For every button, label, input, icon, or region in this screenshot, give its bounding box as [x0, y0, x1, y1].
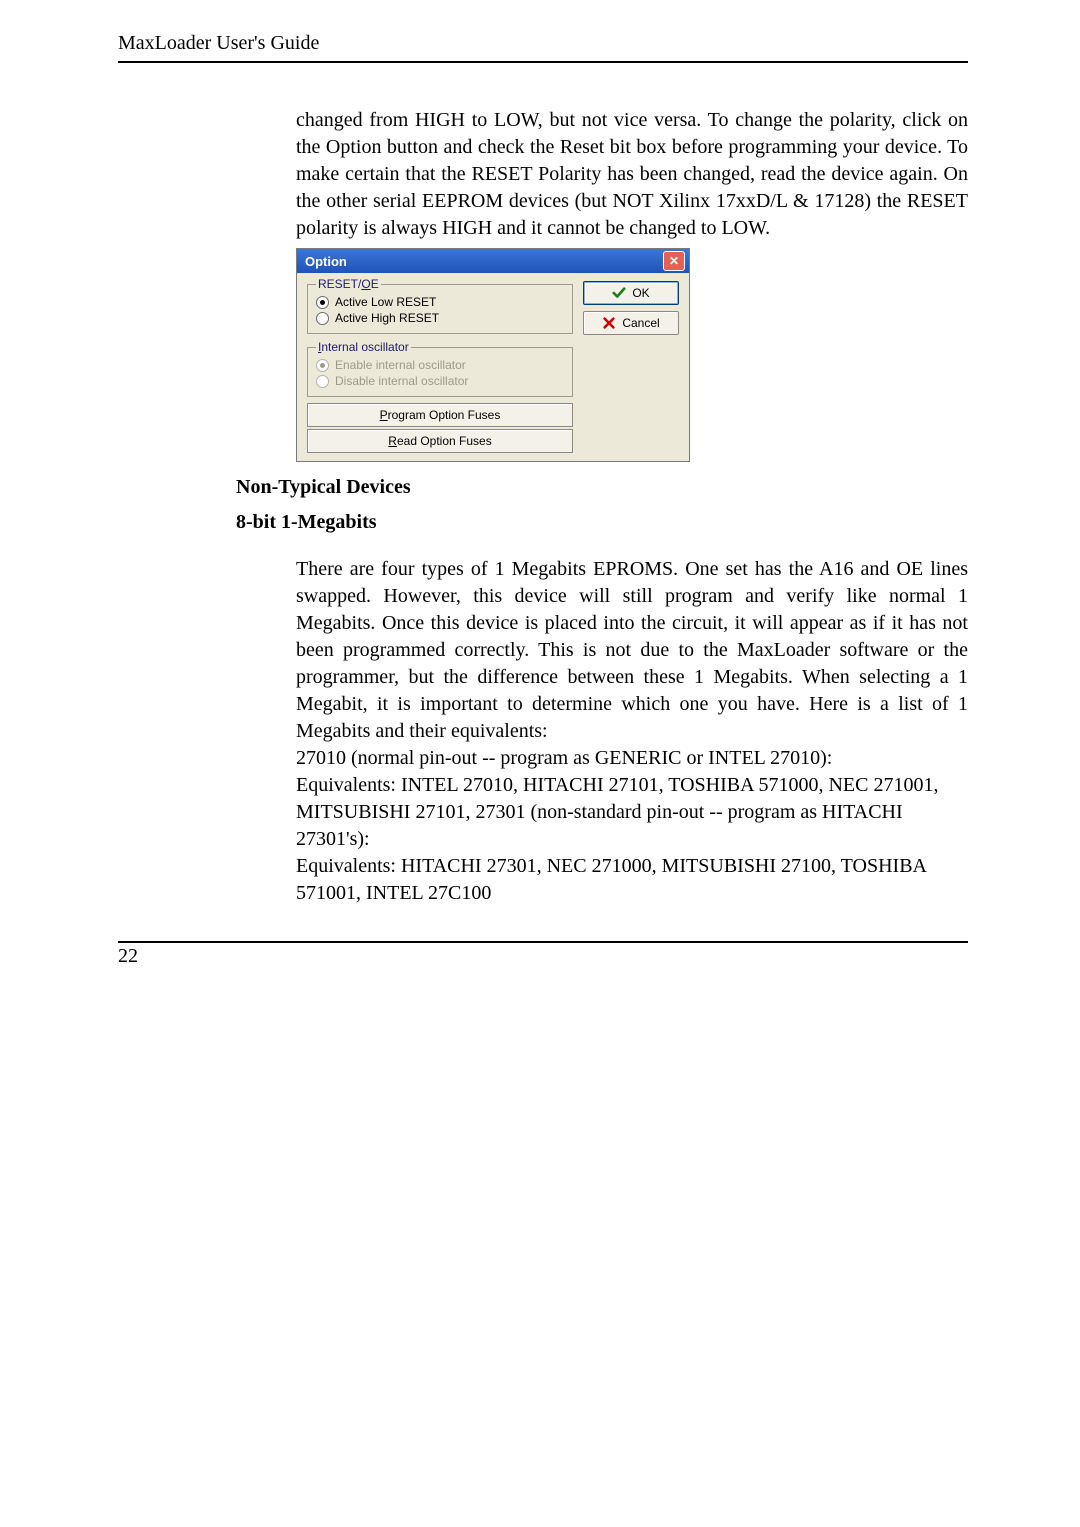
internal-osc-group: Internal oscillator Enable internal osci… — [307, 340, 573, 397]
check-icon — [612, 286, 626, 300]
internal-osc-legend: Internal oscillator — [316, 340, 411, 354]
radio-icon — [316, 359, 329, 372]
ok-button[interactable]: OK — [583, 281, 679, 305]
read-option-fuses-button[interactable]: Read Option Fuses — [307, 429, 573, 453]
dialog-titlebar: Option ✕ — [297, 249, 689, 273]
radio-active-high-reset[interactable]: Active High RESET — [316, 311, 564, 325]
radio-icon — [316, 312, 329, 325]
ok-label: OK — [632, 286, 649, 300]
body-paragraph: There are four types of 1 Megabits EPROM… — [296, 556, 968, 745]
heading-non-typical-devices: Non-Typical Devices — [236, 476, 968, 499]
intro-paragraph: changed from HIGH to LOW, but not vice v… — [296, 107, 968, 242]
dialog-title: Option — [305, 254, 347, 269]
equiv-line-3: Equivalents: HITACHI 27301, NEC 271000, … — [296, 853, 968, 907]
page-number: 22 — [118, 945, 138, 967]
radio-enable-osc: Enable internal oscillator — [316, 358, 564, 372]
page-footer: 22 — [118, 941, 968, 968]
radio-label: Disable internal oscillator — [335, 374, 468, 388]
cancel-button[interactable]: Cancel — [583, 311, 679, 335]
running-header: MaxLoader User's Guide — [118, 32, 968, 63]
reset-oe-group: RESET/OE Active Low RESET Active High RE… — [307, 277, 573, 334]
radio-label: Enable internal oscillator — [335, 358, 466, 372]
radio-disable-osc: Disable internal oscillator — [316, 374, 564, 388]
x-icon — [602, 316, 616, 330]
close-icon[interactable]: ✕ — [663, 251, 685, 271]
radio-label: Active Low RESET — [335, 295, 436, 309]
radio-icon — [316, 296, 329, 309]
equiv-line-2: Equivalents: INTEL 27010, HITACHI 27101,… — [296, 772, 968, 853]
radio-active-low-reset[interactable]: Active Low RESET — [316, 295, 564, 309]
equiv-line-1: 27010 (normal pin-out -- program as GENE… — [296, 745, 968, 772]
radio-label: Active High RESET — [335, 311, 439, 325]
heading-8bit-1megabits: 8-bit 1-Megabits — [236, 511, 968, 534]
option-dialog: Option ✕ RESET/OE Active Low RESET Activ… — [296, 248, 690, 462]
radio-icon — [316, 375, 329, 388]
cancel-label: Cancel — [622, 316, 659, 330]
reset-oe-legend: RESET/OE — [316, 277, 381, 291]
program-option-fuses-button[interactable]: Program Option Fuses — [307, 403, 573, 427]
